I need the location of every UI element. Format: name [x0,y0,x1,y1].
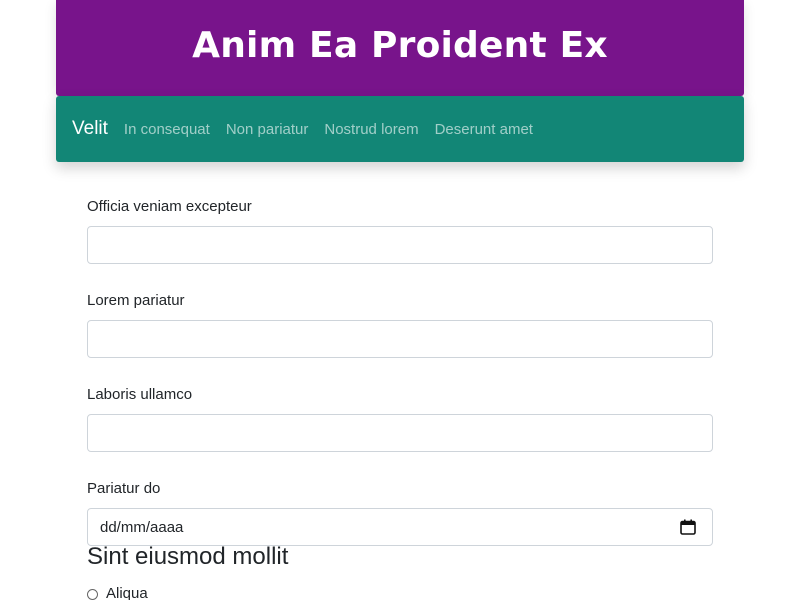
lorem-pariatur-input[interactable] [87,320,713,358]
nav-link-nostrud-lorem[interactable]: Nostrud lorem [324,121,418,138]
page-header: Anim Ea Proident Ex [56,0,744,96]
date-placeholder: dd/mm/aaaa [100,518,184,536]
nav-link-deserunt-amet[interactable]: Deserunt amet [435,121,533,138]
field-label-lorem-pariatur: Lorem pariatur [87,292,185,309]
radio-option-aliqua[interactable]: Aliqua [87,584,148,600]
laboris-ullamco-input[interactable] [87,414,713,452]
page-title: Anim Ea Proident Ex [192,24,608,66]
nav-link-in-consequat[interactable]: In consequat [124,121,210,138]
main-form: Officia veniam excepteur Lorem pariatur … [87,196,713,546]
nav-link-non-pariatur[interactable]: Non pariatur [226,121,309,138]
field-label-laboris-ullamco: Laboris ullamco [87,386,193,403]
navbar: Velit In consequat Non pariatur Nostrud … [56,96,744,162]
calendar-icon[interactable] [680,519,696,535]
field-label-pariatur-do: Pariatur do [87,480,161,497]
section-title: Sint eiusmod mollit [87,543,289,570]
radio-label: Aliqua [106,585,148,600]
radio-button[interactable] [87,588,98,600]
navbar-brand[interactable]: Velit [72,118,108,140]
field-label-officia-veniam-excepteur: Officia veniam excepteur [87,198,252,215]
page: Anim Ea Proident Ex Velit In consequat N… [0,0,800,600]
officia-veniam-excepteur-input[interactable] [87,226,713,264]
